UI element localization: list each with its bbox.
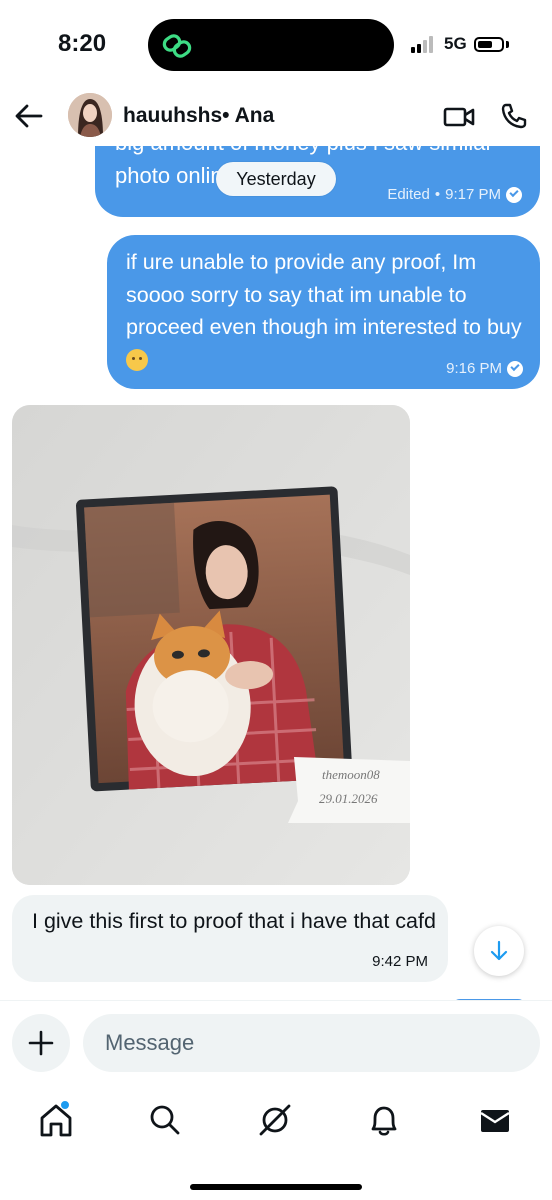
messages-icon[interactable] <box>473 1098 517 1142</box>
note-date: 29.01.2026 <box>319 791 378 806</box>
plus-icon <box>28 1030 54 1056</box>
read-check-icon <box>506 186 522 203</box>
add-attachment-button[interactable] <box>12 1014 70 1072</box>
message-input[interactable] <box>83 1014 540 1072</box>
status-time: 8:20 <box>58 30 107 57</box>
message-time: 9:42 PM <box>372 953 428 970</box>
photocard-image: themoon08 29.01.2026 <box>12 405 410 885</box>
message-thread[interactable]: big amount of money plus i saw similar p… <box>0 146 552 1000</box>
network-type: 5G <box>444 34 467 53</box>
dynamic-island <box>148 19 394 71</box>
back-arrow-icon[interactable] <box>14 102 44 130</box>
message-composer <box>0 1000 552 1091</box>
link-icon <box>162 34 192 58</box>
battery-icon <box>474 37 504 52</box>
message-text: I give this first to proof that i have t… <box>32 909 436 933</box>
contact-name[interactable]: hauuhshs• Ana <box>123 104 274 128</box>
photo-message[interactable]: themoon08 29.01.2026 <box>12 405 410 885</box>
date-separator: Yesterday <box>216 162 336 196</box>
grok-icon[interactable] <box>253 1098 297 1142</box>
notifications-icon[interactable] <box>362 1098 406 1142</box>
message-bubble-incoming[interactable]: I give this first to proof that i have t… <box>12 895 448 982</box>
message-meta: Edited • 9:17 PM <box>387 186 522 203</box>
read-check-icon <box>507 360 523 377</box>
message-time: 9:17 PM <box>445 186 501 203</box>
note-handwriting: themoon08 <box>322 767 380 782</box>
chat-header: hauuhshs• Ana <box>0 92 552 146</box>
sad-face-emoji-icon <box>126 348 148 371</box>
message-meta: 9:16 PM <box>446 360 523 377</box>
avatar[interactable] <box>68 93 112 137</box>
phone-icon[interactable] <box>500 102 528 130</box>
video-call-icon[interactable] <box>443 103 475 131</box>
message-time: 9:16 PM <box>446 360 502 377</box>
search-icon[interactable] <box>143 1098 187 1142</box>
message-bubble-outgoing[interactable]: if ure unable to provide any proof, Im s… <box>107 235 540 389</box>
home-icon[interactable] <box>34 1098 78 1142</box>
scroll-to-bottom-button[interactable] <box>474 926 524 976</box>
notification-dot <box>60 1100 70 1110</box>
home-indicator <box>190 1184 362 1190</box>
arrow-down-icon <box>490 940 508 961</box>
edited-label: Edited <box>387 186 430 203</box>
signal-icon <box>411 35 439 53</box>
message-text: if ure unable to provide any proof, Im s… <box>126 250 522 339</box>
status-bar: 8:20 5G <box>0 0 552 92</box>
